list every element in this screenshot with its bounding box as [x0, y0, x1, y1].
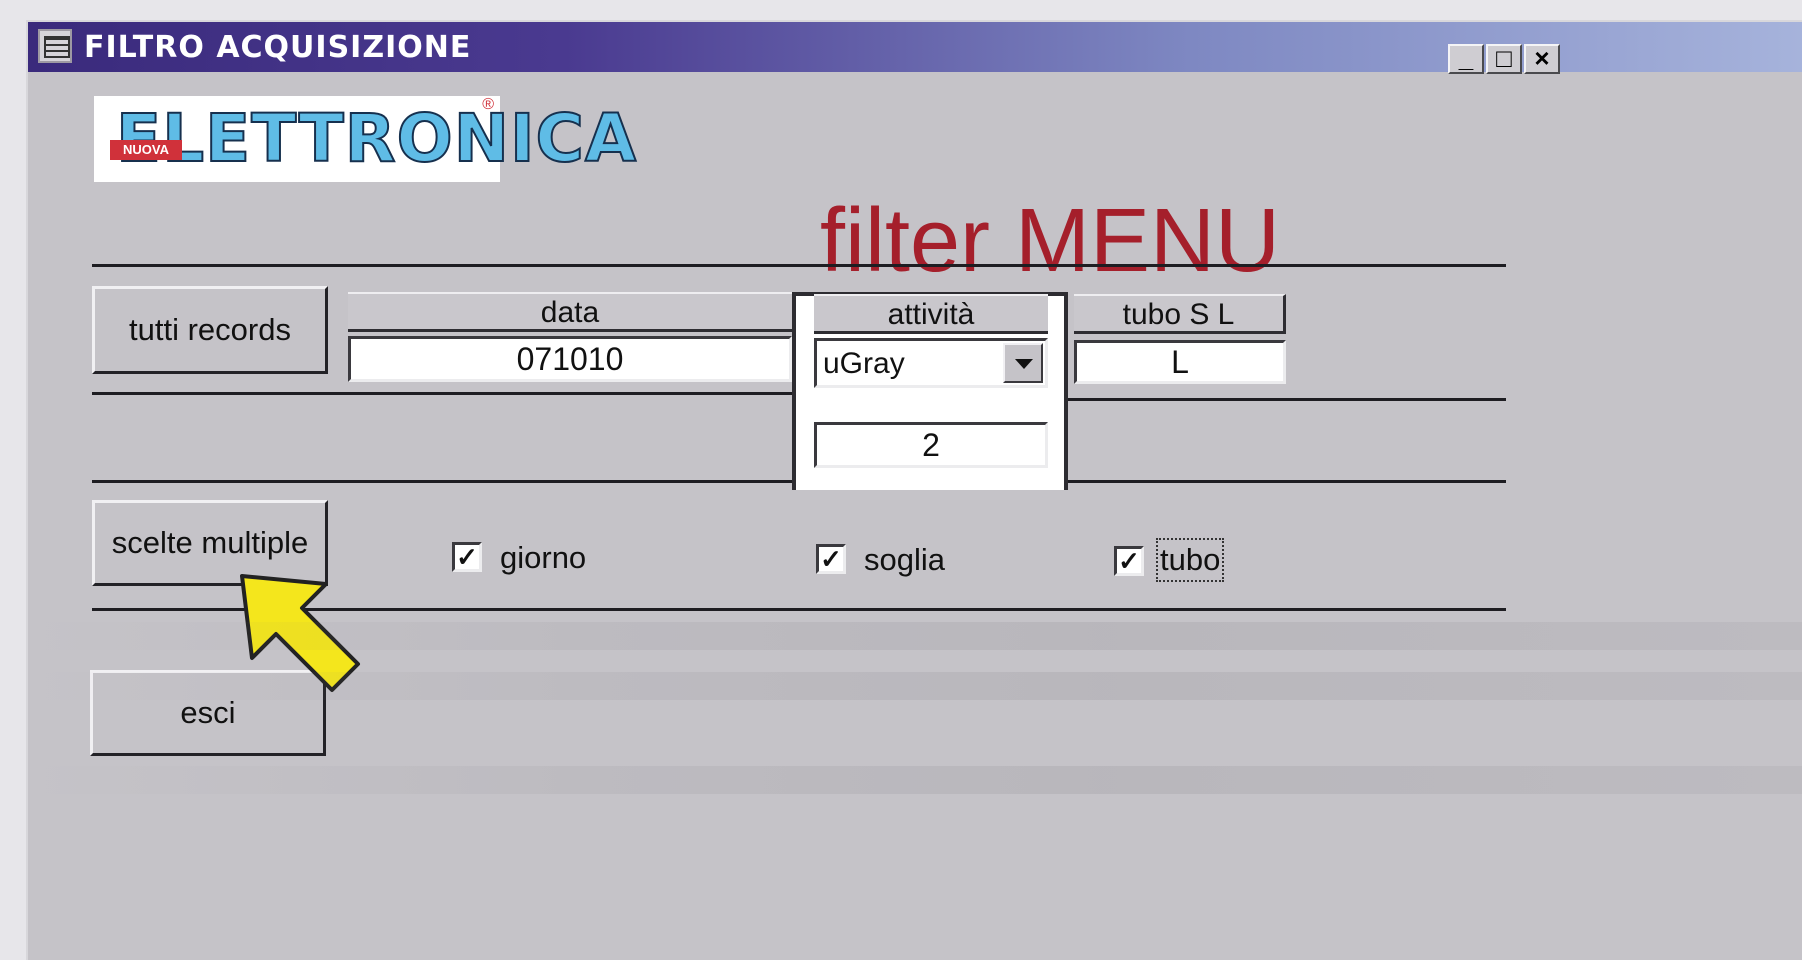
title-bar[interactable]: FILTRO ACQUISIZIONE _ □ ×	[28, 22, 1802, 74]
giorno-checkbox[interactable]: ✓	[452, 542, 482, 572]
background-texture	[28, 766, 1802, 794]
activity-column-header: attività	[814, 294, 1048, 334]
soglia-label: soglia	[864, 542, 945, 577]
filter-window: FILTRO ACQUISIZIONE _ □ × ELETTRONICA NU…	[26, 20, 1802, 960]
app-icon[interactable]	[38, 29, 72, 63]
tubo-label: tubo	[1155, 538, 1225, 582]
minimize-button[interactable]: _	[1448, 44, 1484, 74]
close-button[interactable]: ×	[1524, 44, 1560, 74]
giorno-label: giorno	[500, 540, 587, 575]
maximize-button[interactable]: □	[1486, 44, 1522, 74]
logo-text: ELETTRONICA	[115, 99, 638, 178]
divider-row1-left	[92, 392, 792, 395]
all-records-button[interactable]: tutti records	[92, 286, 328, 374]
divider-top	[92, 264, 1506, 267]
divider-row1-right	[1068, 398, 1506, 401]
dropdown-arrow-icon[interactable]	[1003, 343, 1043, 383]
background-texture	[28, 672, 1802, 700]
activity-threshold-input[interactable]: 2	[814, 422, 1048, 468]
data-column-header: data	[348, 292, 792, 332]
activity-select[interactable]: uGray	[814, 338, 1048, 388]
page-title: filter MENU	[820, 191, 1281, 291]
data-input[interactable]: 071010	[348, 336, 792, 382]
logo-registered-mark: ®	[482, 96, 494, 113]
activity-select-value: uGray	[823, 347, 905, 380]
window-title: FILTRO ACQUISIZIONE	[84, 30, 472, 65]
tube-input[interactable]: L	[1074, 340, 1286, 384]
background-texture	[28, 622, 1802, 650]
logo-badge: NUOVA	[110, 140, 182, 160]
tube-column-header: tubo S L	[1074, 294, 1286, 334]
tubo-checkbox[interactable]: ✓	[1114, 546, 1144, 576]
soglia-checkbox[interactable]: ✓	[816, 544, 846, 574]
elettronica-logo: ELETTRONICA NUOVA ®	[94, 96, 637, 182]
